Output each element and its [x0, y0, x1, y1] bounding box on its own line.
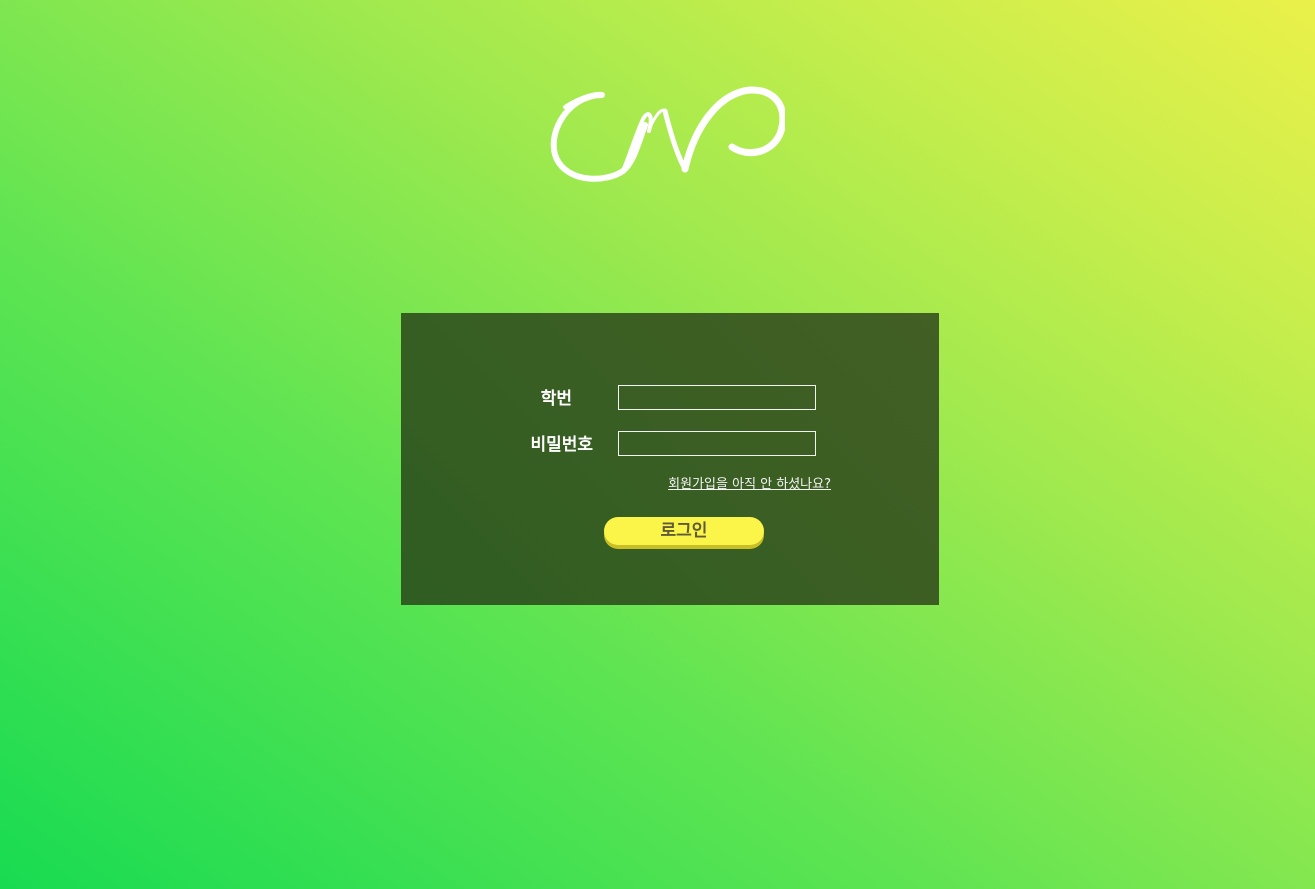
student-id-input[interactable]	[618, 385, 816, 410]
cm-logo-icon	[550, 86, 785, 182]
password-input[interactable]	[618, 431, 816, 456]
password-label: 비밀번호	[530, 435, 593, 455]
login-panel: 학번 비밀번호 회원가입을 아직 안 하셨나요? 로그인	[401, 313, 939, 605]
signup-link[interactable]: 회원가입을 아직 안 하셨나요?	[551, 476, 831, 494]
login-button[interactable]: 로그인	[604, 517, 764, 545]
student-id-label: 학번	[540, 389, 572, 409]
